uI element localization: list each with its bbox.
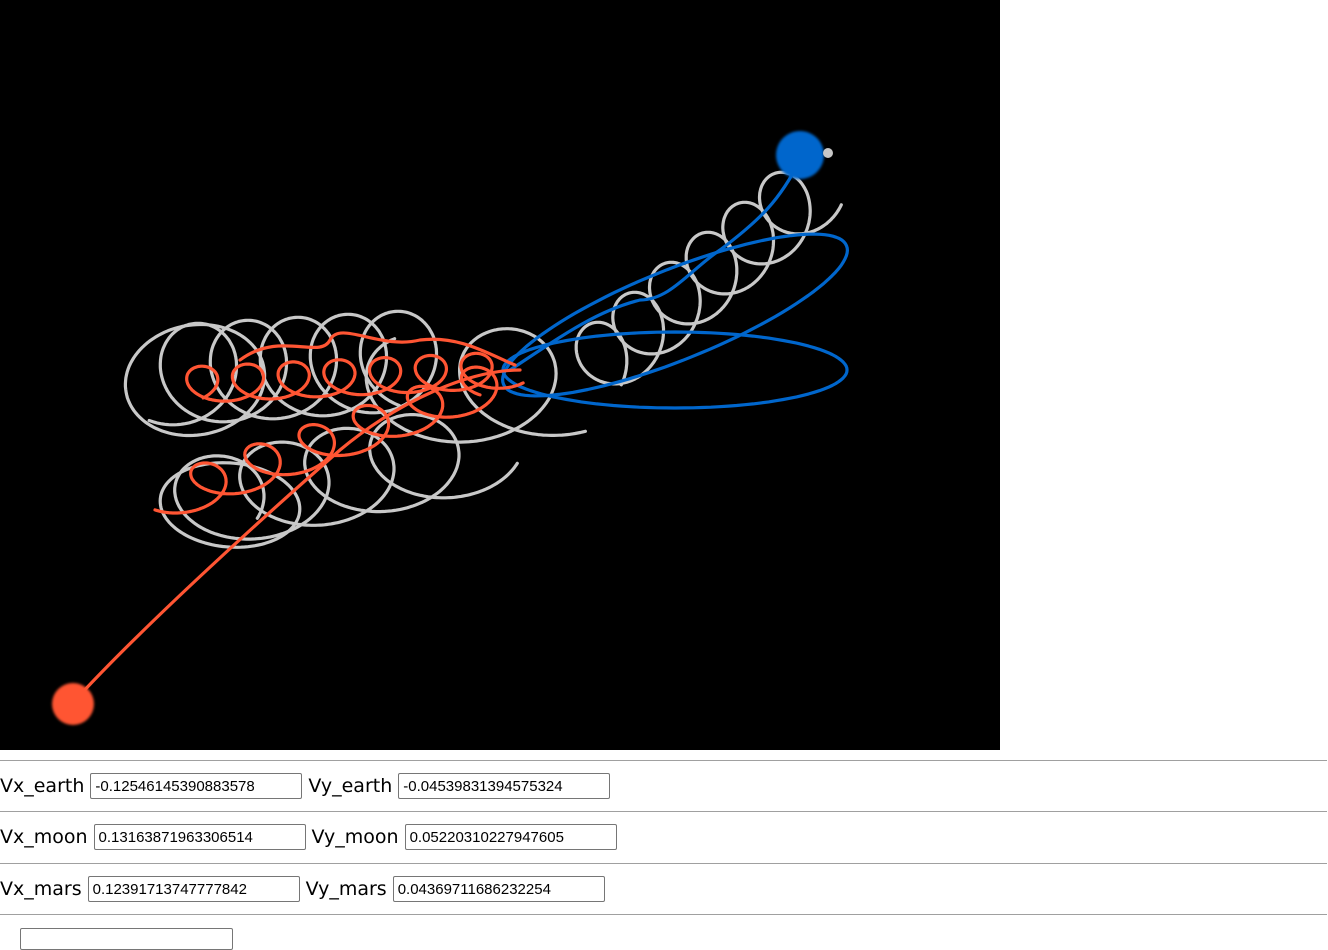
moon-velocity-row: Vx_moon Vy_moon bbox=[0, 823, 617, 851]
vx-mars-label: Vx_mars bbox=[0, 878, 82, 900]
partial-input-field[interactable] bbox=[20, 928, 233, 950]
divider bbox=[0, 863, 1327, 864]
divider bbox=[0, 811, 1327, 812]
vy-earth-input[interactable] bbox=[398, 773, 611, 799]
mars-planet bbox=[52, 683, 94, 725]
earth-velocity-row: Vx_earth Vy_earth bbox=[0, 772, 611, 800]
simulation-canvas bbox=[0, 0, 1000, 750]
vx-earth-input[interactable] bbox=[90, 773, 303, 799]
vx-moon-input[interactable] bbox=[93, 824, 306, 850]
vy-earth-label: Vy_earth bbox=[308, 775, 393, 797]
vx-mars-input[interactable] bbox=[87, 876, 300, 902]
vy-mars-input[interactable] bbox=[392, 876, 605, 902]
vy-moon-label: Vy_moon bbox=[311, 826, 399, 848]
mars-velocity-row: Vx_mars Vy_mars bbox=[0, 875, 605, 903]
vy-mars-label: Vy_mars bbox=[305, 878, 387, 900]
divider bbox=[0, 914, 1327, 915]
vx-moon-label: Vx_moon bbox=[0, 826, 88, 848]
moon-body bbox=[823, 148, 833, 158]
divider bbox=[0, 760, 1327, 761]
earth-planet bbox=[776, 131, 824, 179]
vx-earth-label: Vx_earth bbox=[0, 775, 85, 797]
vy-moon-input[interactable] bbox=[404, 824, 617, 850]
